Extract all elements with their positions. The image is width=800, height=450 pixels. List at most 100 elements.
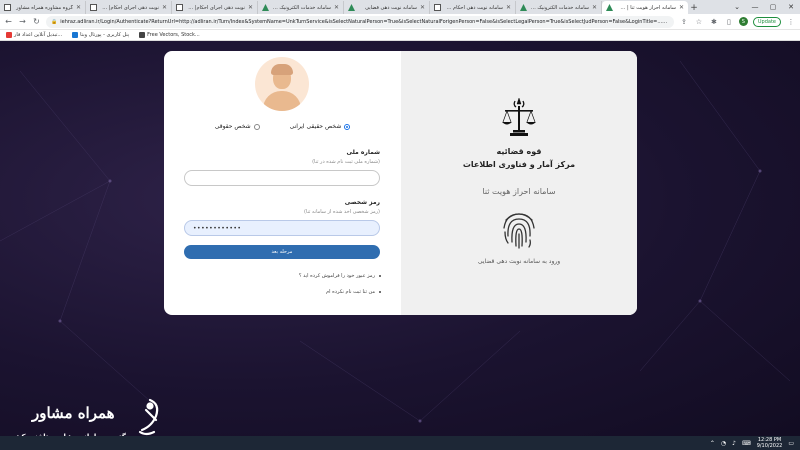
next-step-button[interactable]: مرحله بعد <box>184 245 380 259</box>
password-hint: (رمز شخصی اخذ شده از سامانه ثنا) <box>304 209 380 215</box>
back-icon[interactable]: ← <box>4 17 13 26</box>
tab-title: سامانه خدمات الکترونیک قـ... <box>272 4 331 11</box>
judiciary-favicon-icon <box>606 4 613 11</box>
judiciary-favicon-icon <box>520 4 527 11</box>
close-tab-icon[interactable]: ✕ <box>592 4 597 11</box>
page-favicon-icon <box>90 4 97 11</box>
close-tab-icon[interactable]: ✕ <box>506 4 511 11</box>
browser-toolbar: ← → ↻ 🔒 iehraz.adliran.ir/Login/Authenti… <box>0 14 800 30</box>
national-id-hint: (شماره ملی ثبت نام شده در ثنا) <box>312 159 380 165</box>
radio-legal-person[interactable]: شخص حقوقی <box>215 123 260 130</box>
tab-title: سامانه احراز هویت ثنا | com <box>616 4 676 11</box>
browser-tab[interactable]: سامانه نوبت دهی قضایی ✕ <box>344 1 430 14</box>
bookmark-favicon-icon <box>6 32 12 38</box>
tab-title: سامانه نوبت دهی قضایی <box>365 4 417 11</box>
login-form: شخص حقیقی ایرانی شخص حقوقی شماره ملی (شم… <box>164 51 401 315</box>
radio-natural-person[interactable]: شخص حقیقی ایرانی <box>290 123 351 130</box>
national-id-label: شماره ملی <box>346 149 381 156</box>
national-id-input[interactable] <box>184 170 380 186</box>
judiciary-favicon-icon <box>262 4 269 11</box>
judiciary-emblem-icon <box>502 97 536 136</box>
system-name: سامانه احراز هویت ثنا <box>482 187 556 196</box>
help-links: رمز عبور خود را فراموش کرده اید ؟ من ثنا… <box>299 273 381 305</box>
network-icon[interactable]: ◔ <box>721 440 726 447</box>
bookmark-label: تبدیل آنلاین اعداد فار... <box>14 32 63 38</box>
radio-selected-icon[interactable] <box>344 123 351 130</box>
browser-tab[interactable]: گروه مشاوره همراه مشاور ✕ <box>0 1 86 14</box>
bookmark-favicon-icon <box>72 32 79 38</box>
org-name: قوه قضائیه <box>496 147 542 156</box>
tab-title: سامانه نوبت دهی احکام ما... <box>444 4 503 11</box>
brand-panel: قوه قضائیه مرکز آمار و فناوری اطلاعات سا… <box>401 51 637 315</box>
keyboard-icon[interactable]: ⌨ <box>742 440 751 447</box>
clock[interactable]: 12:28 PM 9/10/2022 <box>757 437 783 449</box>
notifications-icon[interactable]: ▭ <box>788 440 794 447</box>
login-card: شخص حقیقی ایرانی شخص حقوقی شماره ملی (شم… <box>164 51 637 315</box>
os-taskbar: ⌃ ◔ ♪ ⌨ 12:28 PM 9/10/2022 ▭ <box>0 436 800 450</box>
chevron-up-icon[interactable]: ⌃ <box>710 440 715 447</box>
profile-avatar[interactable]: S <box>738 17 748 26</box>
close-tab-icon[interactable]: ✕ <box>248 4 253 11</box>
tab-title: نوبت دهی اجرای احکام| ما... <box>186 4 245 11</box>
update-button[interactable]: Update <box>752 16 781 27</box>
watermark-brand: همراه مشاور <box>32 404 115 422</box>
browser-tab[interactable]: سامانه خدمات الکترونیک قـ... ✕ <box>516 1 602 14</box>
bookmark-favicon-icon <box>139 32 146 38</box>
close-tab-icon[interactable]: ✕ <box>334 4 339 11</box>
tab-title: گروه مشاوره همراه مشاور <box>16 4 73 11</box>
not-registered-link[interactable]: من ثنا ثبت نام نکرده ام <box>299 289 381 295</box>
radio-label: شخص حقوقی <box>214 123 251 130</box>
system-tray: ⌃ ◔ ♪ ⌨ 12:28 PM 9/10/2022 ▭ <box>710 436 794 450</box>
lock-icon[interactable]: 🔒 <box>51 19 57 25</box>
person-type-group: شخص حقیقی ایرانی شخص حقوقی <box>164 123 401 130</box>
browser-tab[interactable]: نوبت دهی اجرای احکام| ما... ✕ <box>172 1 258 14</box>
page-favicon-icon <box>4 4 11 11</box>
extensions-icon[interactable]: ✱ <box>709 18 719 26</box>
bookmark-item[interactable]: تبدیل آنلاین اعداد فار... <box>6 32 62 38</box>
reload-icon[interactable]: ↻ <box>32 17 41 26</box>
browser-tab[interactable]: نوبت دهی اجرای احکام| ما... ✕ <box>86 1 172 14</box>
browser-tab-strip: گروه مشاوره همراه مشاور ✕ نوبت دهی اجرای… <box>0 0 800 14</box>
share-icon[interactable]: ⇪ <box>679 18 689 26</box>
password-input[interactable] <box>184 220 380 236</box>
bookmark-item[interactable]: Free Vectors, Stock... <box>139 32 200 38</box>
url-text: iehraz.adliran.ir/Login/Authenticate?Ret… <box>60 18 669 25</box>
clock-date: 9/10/2022 <box>756 443 783 449</box>
address-bar[interactable]: 🔒 iehraz.adliran.ir/Login/Authenticate?R… <box>46 15 674 28</box>
volume-icon[interactable]: ♪ <box>732 440 736 447</box>
close-tab-icon[interactable]: ✕ <box>76 4 81 11</box>
bookmark-label: پنل کاربری - پورتال وبتا <box>80 32 130 38</box>
close-tab-icon[interactable]: ✕ <box>162 4 167 11</box>
forgot-password-link[interactable]: رمز عبور خود را فراموش کرده اید ؟ <box>299 273 381 279</box>
tab-title: نوبت دهی اجرای احکام| ما... <box>100 4 159 11</box>
password-label: رمز شخصی <box>344 199 380 206</box>
radio-label: شخص حقیقی ایرانی <box>289 123 342 130</box>
bookmark-label: Free Vectors, Stock... <box>147 32 200 38</box>
window-controls: ⌄ — ▢ ✕ <box>728 0 800 14</box>
maximize-icon[interactable]: ▢ <box>764 3 782 11</box>
sidebar-icon[interactable]: ▯ <box>724 18 734 26</box>
user-avatar-icon <box>255 57 309 111</box>
judiciary-favicon-icon <box>348 4 355 11</box>
forward-icon[interactable]: → <box>18 17 27 26</box>
bookmark-star-icon[interactable]: ☆ <box>694 18 704 26</box>
menu-icon[interactable]: ⋮ <box>786 18 796 26</box>
browser-tab[interactable]: سامانه نوبت دهی احکام ما... ✕ <box>430 1 516 14</box>
close-tab-icon[interactable]: ✕ <box>420 4 425 11</box>
bookmark-item[interactable]: پنل کاربری - پورتال وبتا <box>72 32 129 38</box>
tab-search-icon[interactable]: ⌄ <box>728 3 746 11</box>
close-tab-icon[interactable]: ✕ <box>679 4 684 11</box>
bookmarks-bar: تبدیل آنلاین اعداد فار... پنل کاربری - پ… <box>0 30 800 41</box>
tab-title: سامانه خدمات الکترونیک قـ... <box>530 4 589 11</box>
page-favicon-icon <box>434 4 441 11</box>
fingerprint-icon <box>503 213 535 249</box>
browser-tab-active[interactable]: سامانه احراز هویت ثنا | com ✕ <box>602 1 688 14</box>
new-tab-button[interactable]: + <box>688 1 700 14</box>
radio-unselected-icon[interactable] <box>253 123 260 130</box>
enter-text: ورود به سامانه نوبت دهی قضایی <box>477 258 561 265</box>
minimize-icon[interactable]: — <box>746 3 764 11</box>
browser-tab[interactable]: سامانه خدمات الکترونیک قـ... ✕ <box>258 1 344 14</box>
page-favicon-icon <box>176 4 183 11</box>
close-window-icon[interactable]: ✕ <box>782 3 800 11</box>
center-name: مرکز آمار و فناوری اطلاعات <box>462 160 576 169</box>
